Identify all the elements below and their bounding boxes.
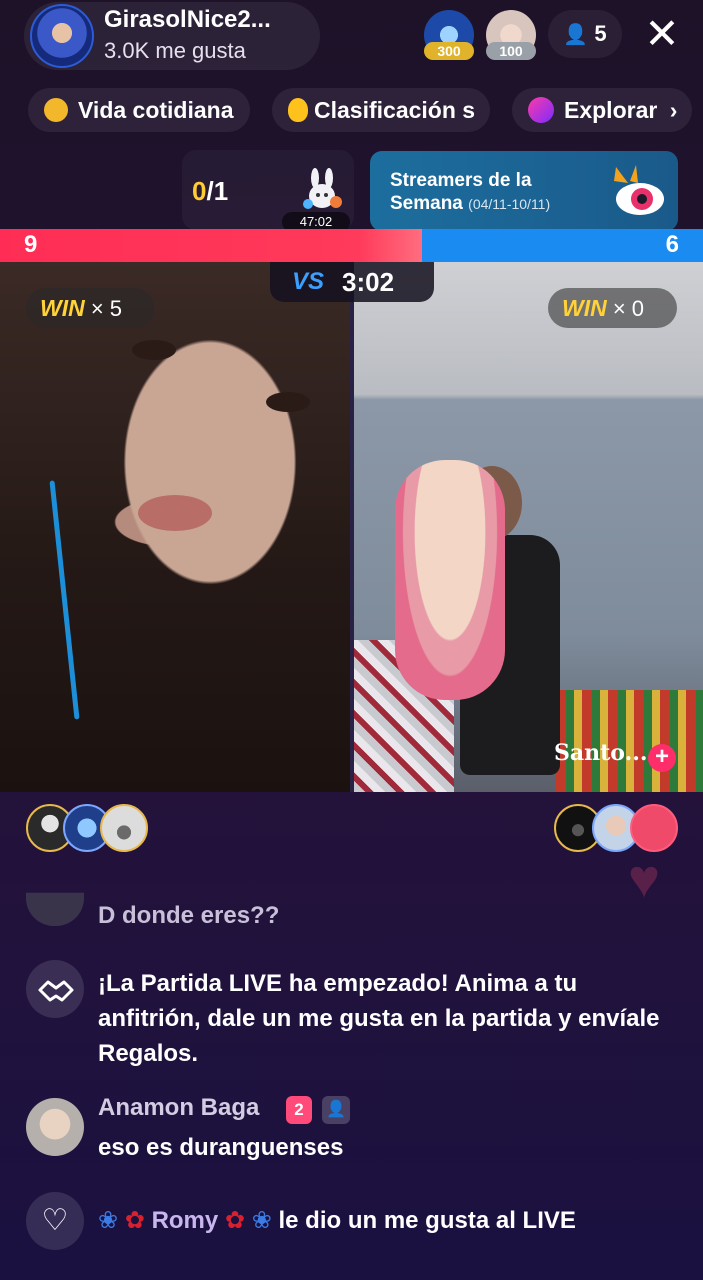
chat-message-text: le dio un me gusta al LIVE xyxy=(278,1207,576,1234)
butterfly-icon: ❀ xyxy=(251,1207,272,1234)
level-badge: 2 xyxy=(286,1096,312,1124)
system-message-text: ¡La Partida LIVE ha empezado! Anima a tu… xyxy=(98,970,660,1067)
follow-opponent-button[interactable]: + xyxy=(648,744,676,772)
pk-score-bar-left xyxy=(0,229,422,262)
plus-icon: + xyxy=(654,743,669,770)
viewer-count: 5 xyxy=(594,21,607,46)
opponent-name[interactable]: Santo... xyxy=(554,740,648,766)
pk-left-score: 9 xyxy=(24,231,38,258)
win-count: × 5 xyxy=(90,296,123,321)
like-heart-icon: ♡ xyxy=(26,1192,84,1250)
win-count: × 0 xyxy=(612,296,645,321)
planet-icon xyxy=(528,97,554,123)
win-streak-right: WIN × 0 xyxy=(548,288,677,328)
win-streak-left: WIN × 5 xyxy=(26,288,154,328)
butterfly-icon: ❀ xyxy=(98,1207,119,1234)
video-detail xyxy=(132,340,176,360)
pk-timer: VS 3:02 xyxy=(270,262,434,302)
follower-badge-icon: 👤 xyxy=(322,1096,350,1124)
flame-icon xyxy=(288,98,308,122)
top-viewer-badge-1: 300 xyxy=(424,42,474,60)
banner-title: Streamers de la Semana (04/11-10/11) xyxy=(390,169,590,216)
chip-label: Clasificación s xyxy=(314,97,476,123)
pk-score-bar-right xyxy=(422,229,703,262)
chat-username[interactable]: Romy xyxy=(152,1207,219,1234)
match-progress-current: 0 xyxy=(192,176,207,206)
chat-avatar[interactable] xyxy=(26,870,84,926)
streamers-week-banner[interactable]: Streamers de la Semana (04/11-10/11) xyxy=(370,151,678,231)
chat-message-text: D donde eres?? xyxy=(98,902,280,929)
pk-right-score: 6 xyxy=(665,231,679,258)
person-icon: 👤 xyxy=(563,24,589,46)
hashtag-coin-icon xyxy=(44,98,68,122)
chip-label: Vida cotidiana xyxy=(78,97,234,123)
chevron-right-icon: › xyxy=(669,97,678,123)
right-gifter-avatar-3[interactable] xyxy=(630,804,678,852)
eye-trophy-icon xyxy=(614,165,664,215)
close-icon: ✕ xyxy=(644,10,680,57)
live-stream-screen: GirasolNice2... 3.0K me gusta 300 100 👤 … xyxy=(0,0,703,1280)
viewer-count-button[interactable]: 👤 5 xyxy=(548,10,622,58)
match-progress: 0/1 xyxy=(192,176,228,207)
host-likes-count: 3.0K me gusta xyxy=(104,38,246,63)
bunny-gift-icon[interactable] xyxy=(298,168,346,212)
video-detail xyxy=(395,460,505,700)
win-label: WIN xyxy=(40,295,85,321)
chip-vida-cotidiana[interactable]: Vida cotidiana xyxy=(28,88,250,132)
host-avatar[interactable] xyxy=(30,4,94,68)
video-detail xyxy=(138,495,212,531)
top-viewer-badge-2: 100 xyxy=(486,42,536,60)
vs-logo-icon: VS xyxy=(292,268,325,295)
close-button[interactable]: ✕ xyxy=(638,10,686,58)
chip-clasificacion[interactable]: Clasificación s xyxy=(272,88,490,132)
pk-time-remaining: 3:02 xyxy=(342,267,395,297)
video-detail xyxy=(266,392,310,412)
chat-username[interactable]: Anamon Baga xyxy=(98,1094,259,1122)
host-name[interactable]: GirasolNice2... xyxy=(104,6,271,34)
left-gifter-avatar-3[interactable] xyxy=(100,804,148,852)
handshake-icon xyxy=(26,960,84,1018)
like-notification: ❀ ✿ Romy ✿ ❀ le dio un me gusta al LIVE xyxy=(98,1206,576,1235)
chip-label: Explorar xyxy=(564,97,658,123)
heart-icon: ♥ xyxy=(628,849,661,909)
banner-date: (04/11-10/11) xyxy=(468,196,551,212)
match-progress-total: /1 xyxy=(206,176,229,206)
chip-explorar[interactable]: Explorar › xyxy=(512,88,692,132)
win-label: WIN xyxy=(562,295,607,321)
chat-avatar[interactable] xyxy=(26,1098,84,1156)
rose-icon: ✿ xyxy=(224,1207,246,1234)
chat-message-text: eso es duranguenses xyxy=(98,1134,344,1161)
rose-icon: ✿ xyxy=(124,1207,145,1234)
